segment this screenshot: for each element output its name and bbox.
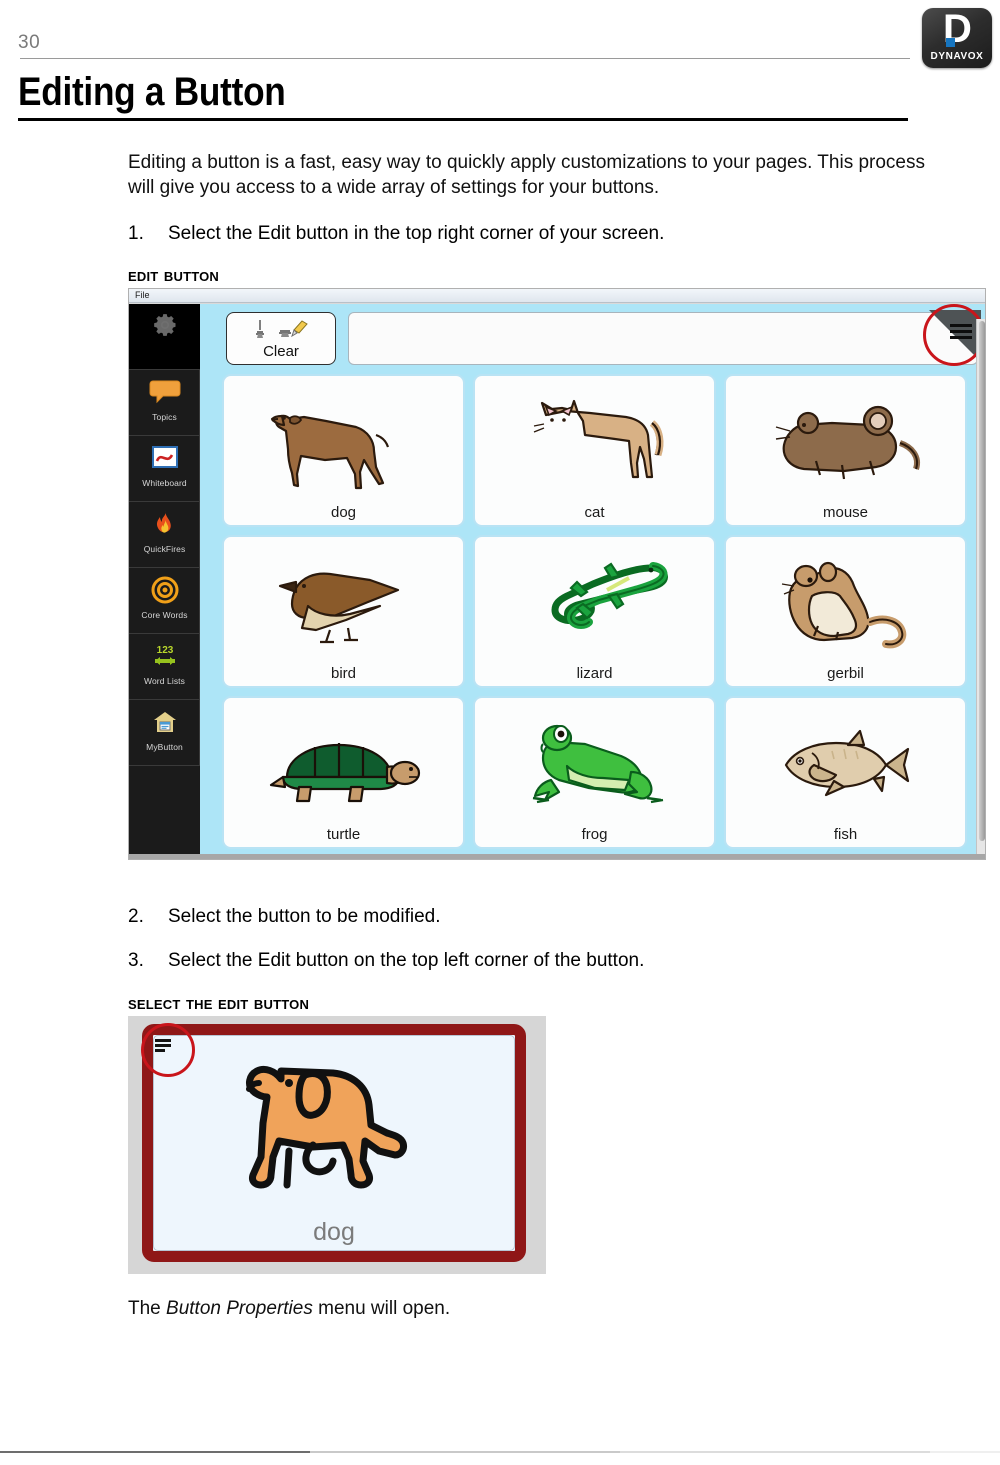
step-2-number: 2. [128,906,144,927]
grid-button-cat[interactable]: cat [473,374,716,527]
sidebar-item-quickfires-label: QuickFires [143,544,186,554]
sidebar-item-core-words[interactable]: Core Words [129,568,200,634]
sidebar-item-core-words-label: Core Words [141,610,188,620]
app-toolbar: Clear [200,304,985,368]
grid-button-gerbil[interactable]: gerbil [724,535,967,688]
logo-letter: D [943,8,972,51]
page-header: 30 D DYNAVOX Editing a Button [0,0,1000,130]
selected-button-inner: dog [153,1035,515,1251]
fish-illustration [726,702,965,823]
house-page-icon [129,700,200,742]
selected-button-label: dog [313,1218,355,1246]
frog-illustration [475,702,714,823]
edit-button-corner[interactable] [923,304,985,368]
grid-button-dog[interactable]: dog [222,374,465,527]
clear-button[interactable]: Clear [226,312,336,365]
sidebar-item-topics-label: Topics [152,412,177,422]
closing-emphasis: Button Properties [166,1298,313,1319]
app-window-scrollbar[interactable] [976,319,985,859]
closing-text: The Button Properties menu will open. [128,1296,933,1321]
grid-button-turtle[interactable]: turtle [222,696,465,849]
closing-suffix: menu will open. [312,1298,451,1319]
app-content-area: Clear dog cat mouse bird lizard gerbil t… [200,304,985,857]
scrollbar-thumb[interactable] [979,321,985,841]
figure-selected-button: dog [128,1016,546,1274]
sidebar-item-mybutton[interactable]: MyButton [129,700,200,766]
sidebar-item-mybutton-label: MyButton [146,742,183,752]
closing-prefix: The [128,1298,167,1319]
number-arrow-icon: 123 [129,634,200,676]
message-bar-input[interactable] [348,312,978,365]
footer-divider [0,1451,1000,1453]
sidebar-item-topics[interactable]: Topics [129,370,200,436]
dynavox-logo: D DYNAVOX [922,8,992,68]
grid-button-mouse[interactable]: mouse [724,374,967,527]
grid-button-lizard[interactable]: lizard [473,535,716,688]
grid-button-dog-label: dog [330,504,357,521]
sidebar-item-word-lists[interactable]: 123 Word Lists [129,634,200,700]
dog-orange-illustration [154,1042,514,1216]
sidebar-item-whiteboard[interactable]: Whiteboard [129,436,200,502]
step-1-number: 1. [128,223,144,244]
figure-app-window: File Topics Whiteboard QuickFires Core W… [128,288,986,860]
app-menubar: File [129,289,985,303]
page-title: Editing a Button [18,70,286,114]
sidebar-item-whiteboard-label: Whiteboard [142,478,187,488]
grid-button-bird-label: bird [330,665,356,682]
grid-button-turtle-label: turtle [326,826,361,843]
grid-button-frog[interactable]: frog [473,696,716,849]
mouse-illustration [726,380,965,501]
grid-button-fish[interactable]: fish [724,696,967,849]
header-divider [20,58,910,59]
clear-button-label: Clear [263,343,299,360]
grid-button-bird[interactable]: bird [222,535,465,688]
button-grid: dog cat mouse bird lizard gerbil turtle … [222,374,967,849]
grid-button-frog-label: frog [581,826,608,843]
grid-button-gerbil-label: gerbil [827,665,864,682]
grid-button-lizard-label: lizard [576,665,613,682]
gerbil-illustration [726,541,965,662]
select-edit-highlight-annotation [141,1023,195,1077]
step-2: 2. Select the button to be modified. [128,904,933,929]
svg-text:123: 123 [156,645,173,656]
sidebar-item-settings[interactable] [129,304,200,370]
eraser-icon [227,317,335,343]
grid-button-mouse-label: mouse [822,504,869,521]
grid-button-cat-label: cat [584,504,605,521]
cat-illustration [475,380,714,501]
lizard-illustration [475,541,714,662]
logo-wordmark: DYNAVOX [930,51,984,62]
menu-item-file[interactable]: File [135,289,150,302]
whiteboard-icon [129,436,200,478]
logo-accent-dot [946,38,955,47]
caption-select-edit-button: Select the Edit button [128,993,310,1014]
target-icon [129,568,200,610]
bird-illustration [224,541,463,662]
title-underline [18,118,908,121]
sidebar-item-word-lists-label: Word Lists [144,676,185,686]
dog-illustration [224,380,463,501]
flame-icon [129,502,200,544]
sidebar-empty-area [129,766,200,859]
speech-bubble-icon [129,370,200,412]
caption-edit-button: Edit Button [128,265,220,286]
step-3-number: 3. [128,950,144,971]
app-sidebar: Topics Whiteboard QuickFires Core Words … [129,304,200,859]
step-1: 1. Select the Edit button in the top rig… [128,221,933,246]
sidebar-item-quickfires[interactable]: QuickFires [129,502,200,568]
selected-button[interactable]: dog [141,1023,526,1262]
turtle-illustration [224,702,463,823]
step-2-text: Select the button to be modified. [168,906,441,927]
step-3: 3. Select the Edit button on the top lef… [128,948,933,973]
grid-button-fish-label: fish [833,826,858,843]
gear-icon [129,304,200,346]
app-window-bottom-edge [129,854,985,859]
page-number: 30 [18,32,41,53]
app-window-body: Topics Whiteboard QuickFires Core Words … [129,304,985,859]
step-3-text: Select the Edit button on the top left c… [168,950,645,971]
intro-paragraph: Editing a button is a fast, easy way to … [128,152,925,198]
step-1-text: Select the Edit button in the top right … [168,223,665,244]
